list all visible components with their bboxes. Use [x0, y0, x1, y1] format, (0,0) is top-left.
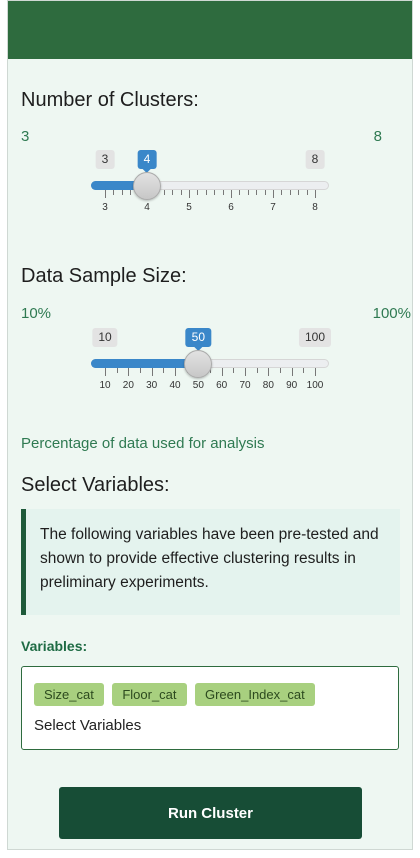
clusters-minor-tick	[121, 190, 123, 195]
sample-slider-fill	[91, 359, 199, 368]
clusters-tick	[105, 190, 106, 198]
clusters-slider-handle[interactable]	[133, 172, 161, 200]
clusters-tick-label: 3	[102, 202, 108, 213]
clusters-minor-tick	[214, 190, 216, 195]
sample-tick-label: 40	[169, 380, 181, 391]
sample-tick-label: 50	[192, 380, 204, 391]
clusters-minor-tick	[197, 190, 199, 195]
clusters-slider[interactable]: 3 8 4 3 4 5 6 7 8	[91, 150, 329, 240]
sample-range-max: 100%	[372, 305, 411, 322]
clusters-minor-tick	[163, 190, 165, 195]
sample-tick	[245, 368, 246, 376]
sample-tick-label: 10	[99, 380, 111, 391]
clusters-tick	[315, 190, 316, 198]
clusters-minor-tick	[289, 190, 291, 195]
sample-min-bubble: 10	[92, 328, 118, 347]
sample-minor-tick	[280, 368, 281, 373]
clusters-minor-tick	[281, 190, 283, 195]
variables-section-title: Select Variables:	[21, 474, 170, 496]
sample-tick-label: 80	[262, 380, 274, 391]
clusters-minor-tick	[222, 190, 224, 195]
clusters-minor-tick	[113, 190, 115, 195]
sample-minor-tick	[163, 368, 165, 373]
clusters-tick-label: 7	[270, 202, 276, 213]
clusters-min-bubble: 3	[95, 150, 115, 169]
sample-tick	[128, 368, 130, 376]
variable-chip-size[interactable]: Size_cat	[34, 683, 104, 706]
sample-tick-label: 100	[306, 380, 324, 391]
clusters-minor-tick	[247, 190, 249, 195]
clusters-tick-label: 6	[228, 202, 234, 213]
clusters-minor-tick	[180, 190, 182, 195]
sample-tick	[291, 368, 293, 376]
sample-slider-handle[interactable]	[184, 350, 213, 378]
sample-helper-text: Percentage of data used for analysis	[21, 435, 265, 452]
clusters-minor-tick	[264, 190, 266, 195]
variables-select[interactable]: Size_cat Floor_cat Green_Index_cat Selec…	[21, 666, 399, 750]
clusters-title: Number of Clusters:	[21, 89, 199, 111]
clusters-value-bubble: 4	[137, 150, 157, 173]
variables-select-placeholder[interactable]: Select Variables	[34, 717, 141, 734]
sample-minor-tick	[233, 368, 235, 373]
sample-minor-tick	[303, 368, 305, 373]
sample-range-min: 10%	[21, 305, 52, 322]
sample-max-bubble: 100	[298, 328, 332, 347]
sample-tick-label: 20	[122, 380, 134, 391]
sample-slider[interactable]: 10 100 50 10 20 30 40 50 60 70 80 90 100	[91, 328, 332, 418]
header-bar	[8, 1, 412, 59]
clusters-tick	[189, 190, 190, 198]
clusters-minor-tick	[298, 190, 300, 195]
variable-chip-green-index[interactable]: Green_Index_cat	[194, 683, 315, 706]
clusters-range-min: 3	[21, 128, 30, 145]
clusters-minor-tick	[172, 190, 174, 195]
sample-tick	[175, 368, 176, 376]
clusters-tick-label: 8	[312, 202, 318, 213]
sample-tick	[105, 368, 106, 376]
clusters-tick-label: 4	[144, 202, 150, 213]
clusters-minor-tick	[130, 190, 132, 195]
sample-tick	[268, 368, 270, 376]
sidebar-panel: Number of Clusters: 3 8 3 8 4 3 4 5 6 7 8 Dat…	[7, 0, 413, 850]
sample-value-bubble: 50	[185, 328, 212, 351]
sample-tick	[315, 368, 316, 376]
sample-tick-label: 70	[239, 380, 251, 391]
sample-minor-tick	[116, 368, 118, 373]
clusters-minor-tick	[239, 190, 241, 195]
sample-title: Data Sample Size:	[21, 265, 187, 287]
sample-minor-tick	[140, 368, 141, 373]
sample-tick-label: 30	[146, 380, 158, 391]
clusters-max-bubble: 8	[305, 150, 325, 169]
clusters-minor-tick	[205, 190, 207, 195]
variables-label: Variables:	[21, 638, 88, 654]
sample-tick-label: 90	[286, 380, 298, 391]
sample-minor-tick	[256, 368, 258, 373]
sample-tick	[221, 368, 223, 376]
clusters-minor-tick	[256, 190, 258, 195]
run-cluster-button[interactable]: Run Cluster	[59, 787, 362, 839]
sample-tick-label: 60	[216, 380, 228, 391]
clusters-minor-tick	[306, 190, 308, 195]
variable-chip-floor[interactable]: Floor_cat	[112, 683, 187, 706]
clusters-tick	[273, 190, 274, 198]
clusters-range-max: 8	[373, 128, 382, 145]
clusters-tick-label: 5	[186, 202, 192, 213]
sample-tick	[151, 368, 153, 376]
variables-info-note: The following variables have been pre-te…	[21, 509, 400, 615]
clusters-tick	[231, 190, 232, 198]
